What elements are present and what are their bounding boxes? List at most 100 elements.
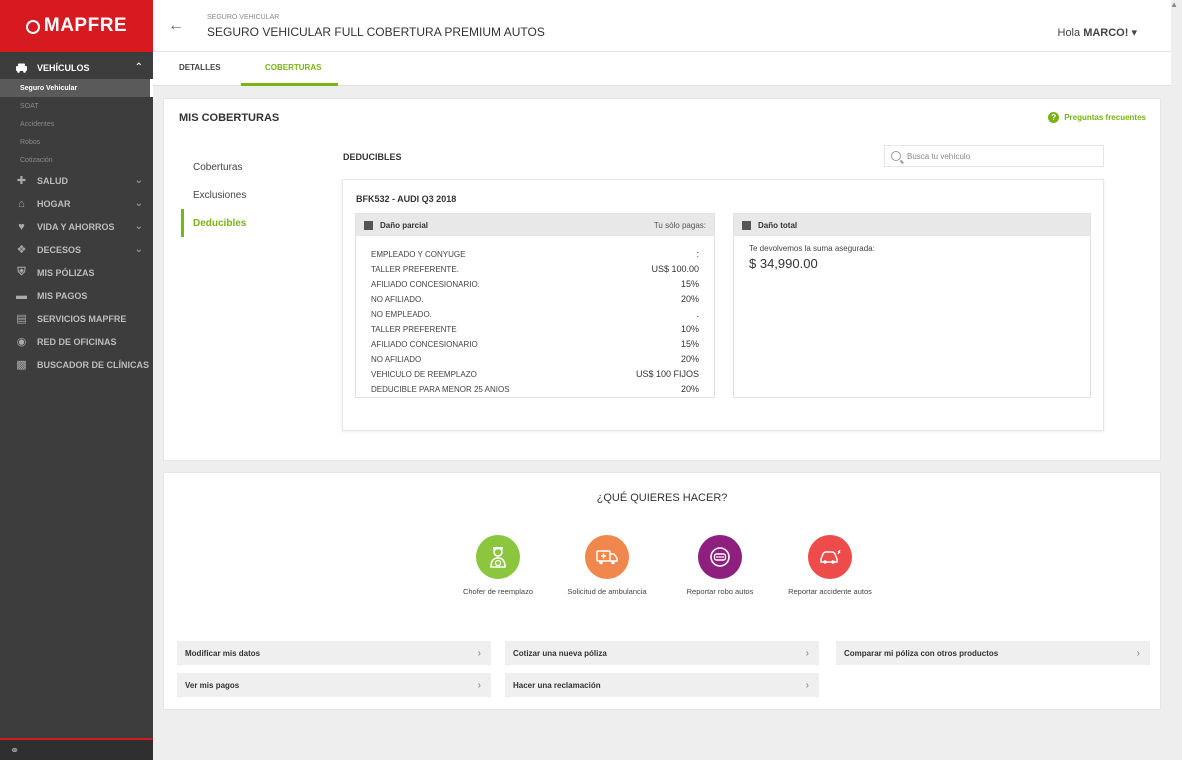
sidebar-item-hogar[interactable]: ⌂ HOGAR ⌄ [0, 192, 153, 215]
scrollbar-up-arrow[interactable]: ▲ [1170, 0, 1178, 9]
table-row: EMPLEADO Y CONYUGE: [371, 244, 699, 259]
action-chofer-reemplazo[interactable]: Chofer de reemplazo [450, 535, 546, 597]
sidebar-subitem-seguro-vehicular[interactable]: Seguro Vehicular [0, 79, 153, 97]
action-robo-autos[interactable]: Reportar robo autos [672, 535, 768, 597]
row-value: 20% [680, 294, 699, 304]
action-accidente-autos[interactable]: Reportar accidente autos [782, 535, 878, 597]
location-pin-icon: ◉ [16, 336, 27, 348]
link-cotizar-poliza[interactable]: Cotizar una nueva póliza › [505, 641, 819, 665]
sidebar-item-label: RED DE OFICINAS [37, 336, 117, 347]
sidebar-item-label: MIS PAGOS [37, 290, 88, 301]
row-value: 15% [680, 339, 699, 349]
tab-coberturas[interactable]: COBERTURAS [265, 63, 321, 72]
sidebar-item-red-oficinas[interactable]: ◉ RED DE OFICINAS [0, 330, 153, 353]
subitem-label: Cotización [20, 156, 53, 164]
action-label: Chofer de reemplazo [462, 587, 534, 596]
sidebar-item-label: HOGAR [37, 198, 71, 209]
faq-link[interactable]: ? Preguntas frecuentes [1048, 112, 1146, 123]
headset-icon[interactable]: ⚭ [10, 744, 19, 757]
link-ver-pagos[interactable]: Ver mis pagos › [177, 673, 491, 697]
total-damage-box: Daño total Te devolvemos la suma asegura… [733, 213, 1091, 398]
row-label: EMPLEADO Y CONYUGE [371, 250, 466, 259]
clinic-icon: ▩ [16, 359, 27, 371]
action-ambulancia[interactable]: Solicitud de ambulancia [559, 535, 655, 597]
sidebar-item-label: VIDA Y AHORROS [37, 221, 115, 232]
row-value: : [696, 249, 699, 259]
table-row: NO AFILIADO 20% [371, 349, 699, 364]
sidebar-item-mis-pagos[interactable]: ▬ MIS PAGOS [0, 284, 153, 307]
row-value: 20% [680, 384, 699, 394]
ambulance-icon [585, 535, 629, 579]
home-icon: ⌂ [18, 197, 25, 210]
sidebar-item-label: DECESOS [37, 244, 82, 255]
panel-title: MIS COBERTURAS [179, 112, 280, 124]
vehicle-search[interactable] [884, 145, 1104, 167]
sidebar-item-vehiculos[interactable]: VEHÍCULOS ⌃ [0, 56, 153, 79]
back-arrow-icon[interactable]: ← [168, 17, 184, 35]
coverage-side-tabs: Coberturas Exclusiones Deducibles [181, 153, 246, 237]
row-label: NO AFILIADO [371, 355, 422, 364]
subitem-label: SOAT [20, 102, 39, 110]
row-value: . [696, 309, 699, 319]
action-label: Solicitud de ambulancia [567, 587, 647, 596]
chevron-right-icon: › [477, 647, 481, 659]
link-reclamacion[interactable]: Hacer una reclamación › [505, 673, 819, 697]
subitem-label: Robos [20, 138, 41, 146]
side-tab-deducibles[interactable]: Deducibles [181, 209, 246, 237]
driver-icon [476, 535, 520, 579]
link-label: Cotizar una nueva póliza [513, 648, 607, 658]
search-input[interactable] [907, 151, 1087, 161]
link-comparar-poliza[interactable]: Comparar mi póliza con otros productos › [836, 641, 1150, 665]
total-amount: $ 34,990.00 [749, 256, 818, 271]
tab-detalles[interactable]: DETALLES [179, 63, 221, 72]
chevron-down-icon: ⌄ [134, 244, 143, 255]
chevron-right-icon: › [1136, 647, 1140, 659]
theft-icon [698, 535, 742, 579]
user-menu[interactable]: Hola MARCO! ▾ [1058, 26, 1138, 39]
row-value: 10% [680, 324, 699, 334]
table-row: TALLER PREFERENTE. US$ 100.00 [371, 259, 699, 274]
total-damage-header: Daño total [734, 214, 1090, 236]
link-label: Modificar mis datos [185, 648, 261, 658]
tab-bar: DETALLES COBERTURAS [153, 52, 1171, 86]
sidebar-subitem-accidentes[interactable]: Accidentes [0, 115, 153, 133]
sidebar-subitem-soat[interactable]: SOAT [0, 97, 153, 115]
car-icon [14, 62, 29, 73]
chevron-right-icon: › [477, 679, 481, 691]
table-row: NO EMPLEADO.. [371, 304, 699, 319]
mapfre-seal-icon [25, 20, 40, 34]
brand-logo[interactable]: MAPFRE [0, 0, 153, 52]
section-title: DEDUCIBLES [343, 152, 402, 162]
vehicle-title: BFK532 - AUDI Q3 2018 [356, 194, 457, 204]
subitem-label: Seguro Vehicular [20, 84, 78, 92]
link-label: Hacer una reclamación [513, 680, 601, 690]
side-tab-exclusiones[interactable]: Exclusiones [181, 181, 246, 209]
caret-down-icon: ▾ [1131, 27, 1137, 39]
deductibles-card: BFK532 - AUDI Q3 2018 Daño parcial Tu só… [342, 179, 1104, 431]
sidebar-item-label: BUSCADOR DE CLÍNICAS [37, 359, 150, 370]
active-tab-indicator [241, 83, 338, 86]
table-row: VEHICULO DE REEMPLAZO US$ 100 FIJOS [371, 364, 699, 379]
sidebar-item-salud[interactable]: ✚ SALUD ⌄ [0, 169, 153, 192]
sidebar-item-servicios[interactable]: ▤ SERVICIOS MAPFRE [0, 307, 153, 330]
table-row: NO AFILIADO. 20% [371, 289, 699, 304]
side-tab-coberturas[interactable]: Coberturas [181, 153, 246, 181]
sidebar: MAPFRE VEHÍCULOS ⌃ Seguro Vehicular SOAT… [0, 0, 153, 760]
row-value: US$ 100 FIJOS [635, 369, 699, 379]
sidebar-item-vida-ahorros[interactable]: ♥ VIDA Y AHORROS ⌄ [0, 215, 153, 238]
table-row: TALLER PREFERENTE 10% [371, 319, 699, 334]
sidebar-subitem-cotizacion[interactable]: Cotización [0, 151, 153, 169]
top-bar: ← SEGURO VEHICULAR SEGURO VEHICULAR FULL… [153, 0, 1171, 52]
subitem-label: Accidentes [20, 120, 55, 128]
sidebar-subitem-robos[interactable]: Robos [0, 133, 153, 151]
sidebar-item-buscador-clinicas[interactable]: ▩ BUSCADOR DE CLÍNICAS [0, 353, 153, 376]
sidebar-item-decesos[interactable]: ❖ DECESOS ⌄ [0, 238, 153, 261]
sidebar-item-mis-polizas[interactable]: ⛨ MIS PÓLIZAS [0, 261, 153, 284]
row-label: VEHICULO DE REEMPLAZO [371, 370, 477, 379]
chevron-right-icon: › [805, 679, 809, 691]
heart-icon: ♥ [18, 220, 25, 233]
link-modificar-datos[interactable]: Modificar mis datos › [177, 641, 491, 665]
chevron-down-icon: ⌄ [134, 198, 143, 209]
table-row: AFILIADO CONCESIONARIO 15% [371, 334, 699, 349]
partial-damage-box: Daño parcial Tu sólo pagas: EMPLEADO Y C… [355, 213, 715, 398]
